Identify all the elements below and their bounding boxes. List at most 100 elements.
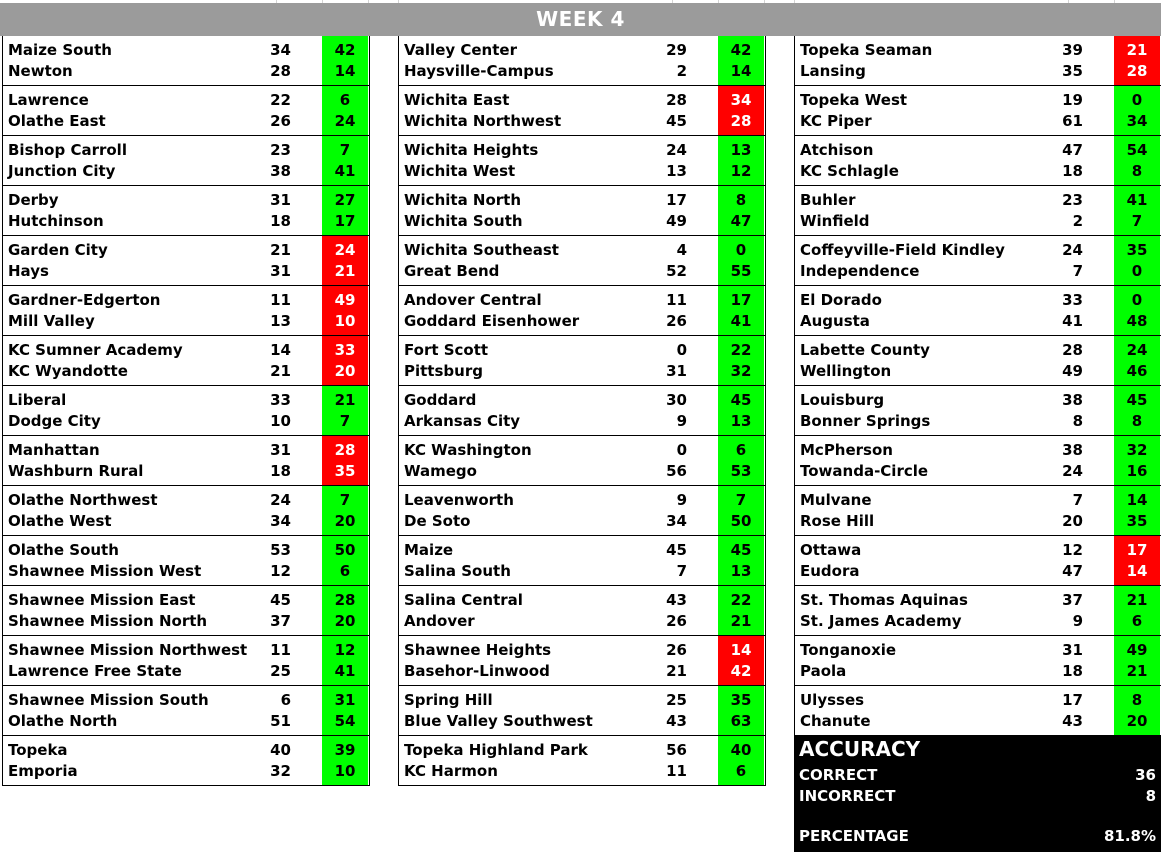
game-row: Fort Scott 0 Pittsburg 31 22 32	[398, 336, 766, 386]
predicted-score: 28	[1126, 62, 1148, 80]
predicted-score: 35	[730, 691, 752, 709]
actual-score: 32	[270, 762, 291, 780]
actual-score: 45	[666, 112, 687, 130]
team-name: Great Bend	[404, 262, 500, 280]
predicted-score: 8	[1131, 691, 1143, 709]
team-name: Liberal	[8, 391, 67, 409]
team-name: Mill Valley	[8, 312, 95, 330]
actual-score: 29	[666, 41, 687, 59]
team-name: Lawrence Free State	[8, 662, 182, 680]
predicted-score-cell: 13 12	[718, 136, 764, 185]
predicted-score: 7	[1131, 212, 1143, 230]
games-column-3: Topeka Seaman 39 Lansing 35 21 28 Topeka West 1…	[794, 36, 1161, 736]
team-name: Independence	[800, 262, 920, 280]
team-name: Emporia	[8, 762, 78, 780]
actual-score: 9	[676, 491, 687, 509]
predicted-score-cell: 34 28	[718, 86, 764, 135]
actual-score: 31	[270, 262, 291, 280]
actual-score: 47	[1062, 141, 1083, 159]
actual-score: 7	[1072, 262, 1083, 280]
predicted-score-cell: 17 41	[718, 286, 764, 335]
team-name: Tonganoxie	[800, 641, 897, 659]
game-row: Olathe Northwest 24 Olathe West 34 7 20	[2, 486, 370, 536]
actual-score: 19	[1062, 91, 1083, 109]
team-name: Wichita North	[404, 191, 522, 209]
predicted-score: 50	[334, 541, 356, 559]
predicted-score: 7	[339, 412, 351, 430]
predicted-score-cell: 22 21	[718, 586, 764, 635]
team-name: Wichita Southeast	[404, 241, 559, 259]
team-name: Garden City	[8, 241, 108, 259]
predicted-score-cell: 27 17	[322, 186, 368, 235]
actual-score: 38	[1062, 441, 1083, 459]
predicted-score-cell: 49 10	[322, 286, 368, 335]
team-name: Topeka West	[800, 91, 908, 109]
team-name: Shawnee Heights	[404, 641, 552, 659]
actual-score: 30	[666, 391, 687, 409]
team-name: Lawrence	[8, 91, 89, 109]
predicted-score: 6	[339, 562, 351, 580]
actual-score: 49	[1062, 362, 1083, 380]
predicted-score: 8	[1131, 412, 1143, 430]
team-name: Paola	[800, 662, 847, 680]
actual-score: 23	[1062, 191, 1083, 209]
game-row: Buhler 23 Winfield 2 41 7	[794, 186, 1161, 236]
predicted-score: 45	[730, 391, 752, 409]
actual-score: 6	[280, 691, 291, 709]
team-name: Gardner-Edgerton	[8, 291, 161, 309]
incorrect-value: 8	[1145, 787, 1156, 805]
predicted-score: 14	[730, 641, 752, 659]
predicted-score: 6	[735, 762, 747, 780]
actual-score: 22	[270, 91, 291, 109]
team-name: Haysville-Campus	[404, 62, 554, 80]
actual-score: 24	[1062, 241, 1083, 259]
team-name: Wichita East	[404, 91, 510, 109]
predicted-score-cell: 14 35	[1114, 486, 1160, 535]
team-name: El Dorado	[800, 291, 882, 309]
game-row: Topeka 40 Emporia 32 39 10	[2, 736, 370, 786]
actual-score: 49	[666, 212, 687, 230]
predicted-score: 42	[730, 41, 752, 59]
actual-score: 38	[1062, 391, 1083, 409]
predicted-score: 46	[1126, 362, 1148, 380]
game-row: Olathe South 53 Shawnee Mission West 12 50 6	[2, 536, 370, 586]
team-name: Spring Hill	[404, 691, 493, 709]
game-row: Coffeyville-Field Kindley 24 Independence 7…	[794, 236, 1161, 286]
game-row: Wichita East 28 Wichita Northwest 45 34 28	[398, 86, 766, 136]
actual-score: 7	[676, 562, 687, 580]
game-row: Andover Central 11 Goddard Eisenhower 26 17 4…	[398, 286, 766, 336]
team-name: St. James Academy	[800, 612, 962, 630]
predicted-score: 45	[1126, 391, 1148, 409]
team-name: Olathe Northwest	[8, 491, 158, 509]
actual-score: 13	[666, 162, 687, 180]
predicted-score: 32	[1126, 441, 1148, 459]
predicted-score: 41	[1126, 191, 1148, 209]
game-row: Derby 31 Hutchinson 18 27 17	[2, 186, 370, 236]
actual-score: 28	[1062, 341, 1083, 359]
game-row: Wichita North 17 Wichita South 49 8 47	[398, 186, 766, 236]
predicted-score: 21	[1126, 591, 1148, 609]
predicted-score: 54	[334, 712, 356, 730]
predicted-score-cell: 0 48	[1114, 286, 1160, 335]
predicted-score-cell: 35 0	[1114, 236, 1160, 285]
predicted-score: 14	[730, 62, 752, 80]
predicted-score: 35	[1126, 241, 1148, 259]
team-name: KC Washington	[404, 441, 532, 459]
actual-score: 0	[676, 441, 687, 459]
actual-score: 18	[1062, 662, 1083, 680]
team-name: KC Harmon	[404, 762, 498, 780]
accuracy-panel: ACCURACY CORRECT 36 INCORRECT 8 PERCENTA…	[794, 736, 1161, 852]
team-name: Olathe South	[8, 541, 119, 559]
actual-score: 11	[666, 291, 687, 309]
actual-score: 31	[270, 441, 291, 459]
game-row: Lawrence 22 Olathe East 26 6 24	[2, 86, 370, 136]
predicted-score: 0	[1131, 91, 1143, 109]
actual-score: 38	[270, 162, 291, 180]
predicted-score: 41	[334, 162, 356, 180]
game-row: McPherson 38 Towanda-Circle 24 32 16	[794, 436, 1161, 486]
predicted-score-cell: 45 13	[718, 536, 764, 585]
predicted-score: 12	[730, 162, 752, 180]
game-row: Liberal 33 Dodge City 10 21 7	[2, 386, 370, 436]
team-name: Chanute	[800, 712, 871, 730]
team-name: Leavenworth	[404, 491, 514, 509]
